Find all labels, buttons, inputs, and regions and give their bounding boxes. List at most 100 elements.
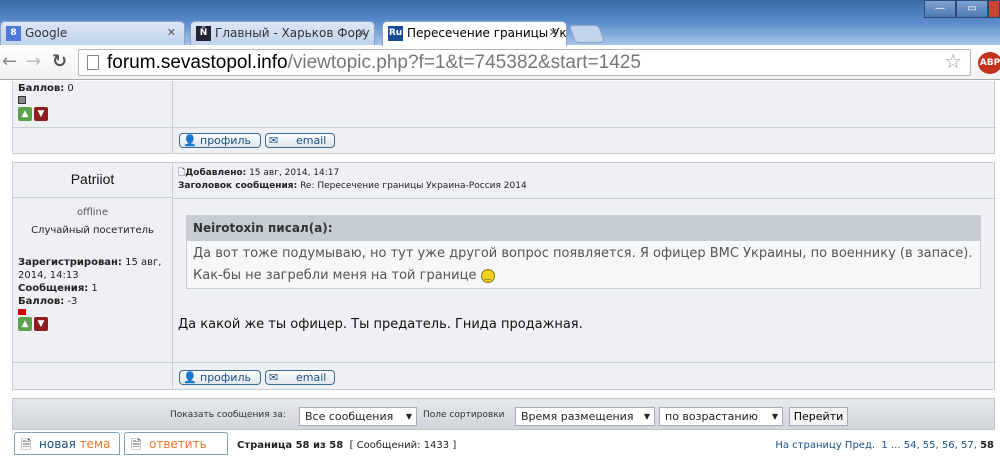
page-link[interactable]: 56 bbox=[942, 440, 955, 451]
maximize-button[interactable]: ▭ bbox=[956, 0, 988, 18]
added-label: Добавлено: bbox=[185, 168, 247, 178]
new-topic-label-a: новая bbox=[39, 437, 80, 451]
forward-icon[interactable]: → bbox=[26, 51, 41, 72]
back-icon[interactable]: ← bbox=[2, 51, 17, 72]
page-number: Страница 58 из 58 bbox=[237, 440, 344, 451]
subject-text: Re: Пересечение границы Украина-Россия 2… bbox=[300, 181, 527, 191]
page-link[interactable]: 54 bbox=[904, 440, 917, 451]
thumbs-down-icon[interactable]: ▼ bbox=[34, 317, 48, 331]
post-header: 🗋Добавлено: 15 авг, 2014, 14:17 Заголово… bbox=[178, 167, 527, 193]
envelope-icon: ✉ bbox=[269, 371, 279, 384]
profile-button[interactable]: 👤 профиль bbox=[179, 370, 261, 385]
tab-label: Google bbox=[25, 26, 68, 40]
url-host: forum.sevastopol.info bbox=[107, 52, 288, 73]
new-tab-button[interactable] bbox=[568, 25, 606, 43]
sort-field-label: Поле сортировки bbox=[423, 410, 505, 420]
tab-label: Главный - Харьков Фору bbox=[215, 26, 370, 40]
document-icon: 🗎 bbox=[131, 438, 142, 453]
profile-button[interactable]: 👤 профиль bbox=[179, 133, 261, 148]
email-button[interactable]: ✉ email bbox=[265, 370, 335, 385]
close-tab-icon[interactable]: ✕ bbox=[357, 22, 366, 44]
tab-kharkov[interactable]: Ñ Главный - Харьков Фору ✕ bbox=[190, 21, 375, 45]
close-tab-icon[interactable]: ✕ bbox=[549, 22, 558, 44]
tab-label: Пересечение границы Ук bbox=[407, 26, 567, 40]
show-messages-select[interactable]: Все сообщения ▼ bbox=[299, 407, 417, 426]
thumbs-up-icon[interactable]: ▲ bbox=[18, 107, 32, 121]
dropdown-arrow-icon: ▼ bbox=[643, 412, 650, 421]
email-button[interactable]: ✉ email bbox=[265, 133, 335, 148]
reload-icon[interactable]: ↻ bbox=[52, 51, 67, 72]
tab-google[interactable]: 8 Google ✕ bbox=[0, 21, 185, 45]
close-window-button[interactable] bbox=[988, 0, 1000, 18]
page-link[interactable]: 55 bbox=[923, 440, 936, 451]
registered-label: Зарегистрирован: bbox=[18, 257, 122, 268]
document-icon: 🗎 bbox=[21, 438, 32, 453]
reply-button[interactable]: 🗎 ответить bbox=[124, 432, 228, 455]
forum-favicon-icon: Ñ bbox=[196, 26, 211, 41]
points-value: 0 bbox=[67, 83, 74, 94]
minimize-button[interactable]: — bbox=[924, 0, 956, 18]
page-link[interactable]: 57 bbox=[961, 440, 974, 451]
address-bar[interactable]: forum.sevastopol.info/viewtopic.php?f=1&… bbox=[78, 49, 971, 76]
online-status: offline bbox=[76, 207, 109, 218]
laughing-smiley-icon: ‿ bbox=[480, 268, 495, 283]
display-options-bar: Показать сообщения за: Все сообщения ▼ По… bbox=[12, 398, 995, 430]
sort-field-select[interactable]: Время размещения ▼ bbox=[515, 407, 655, 426]
ellipsis: ... bbox=[890, 440, 901, 451]
ru-favicon-icon: Ru bbox=[388, 26, 403, 41]
user-rank: Случайный посетитель bbox=[31, 225, 154, 236]
previous-post: Баллов: 0 ▲ ▼ 👤 профиль ✉ email bbox=[12, 81, 996, 154]
points-label: Баллов: bbox=[18, 296, 65, 307]
new-topic-button[interactable]: 🗎 новая тема bbox=[14, 432, 120, 455]
subject-label: Заголовок сообщения: bbox=[178, 181, 298, 191]
reply-label: ответить bbox=[149, 437, 207, 451]
select-value: Время размещения bbox=[521, 410, 634, 423]
thumbs-down-icon[interactable]: ▼ bbox=[34, 107, 48, 121]
google-favicon-icon: 8 bbox=[6, 26, 21, 41]
messages-label: Сообщения: bbox=[18, 283, 89, 294]
points-label: Баллов: bbox=[18, 83, 65, 94]
adblock-icon[interactable]: ABP bbox=[978, 52, 1000, 74]
user-icon: 👤 bbox=[183, 134, 197, 147]
messages-count: 1 bbox=[91, 283, 98, 294]
select-value: Все сообщения bbox=[305, 410, 394, 423]
bookmark-star-icon[interactable]: ☆ bbox=[944, 50, 962, 75]
new-topic-label-b: тема bbox=[79, 437, 111, 451]
message-count: [ Сообщений: 1433 ] bbox=[349, 440, 457, 451]
pagination: На страницу Пред. 1 ... 54, 55, 56, 57, … bbox=[775, 440, 994, 451]
rating-bar bbox=[18, 96, 26, 104]
added-date: 15 авг, 2014, 14:17 bbox=[249, 168, 340, 178]
email-label: email bbox=[296, 371, 327, 384]
dropdown-arrow-icon: ▼ bbox=[405, 412, 412, 421]
author-column: Patriiot offline Случайный посетитель За… bbox=[13, 163, 173, 390]
sort-order-select[interactable]: по возрастанию ▼ bbox=[659, 407, 783, 426]
email-label: email bbox=[296, 134, 327, 147]
envelope-icon: ✉ bbox=[269, 134, 279, 147]
select-value: по возрастанию bbox=[665, 410, 759, 423]
tab-sevastopol[interactable]: Ru Пересечение границы Ук ✕ bbox=[382, 21, 567, 46]
url-path: /viewtopic.php?f=1&t=745382&start=1425 bbox=[287, 52, 641, 73]
browser-toolbar: ← → ↻ forum.sevastopol.info/viewtopic.ph… bbox=[0, 45, 1000, 80]
dropdown-arrow-icon: ▼ bbox=[771, 412, 778, 421]
pager-label: На страницу bbox=[775, 440, 842, 451]
prev-page-link[interactable]: Пред. bbox=[845, 440, 875, 451]
profile-label: профиль bbox=[200, 371, 251, 384]
page-link[interactable]: 1 bbox=[881, 440, 887, 451]
prev-author-column: Баллов: 0 ▲ ▼ bbox=[13, 81, 173, 153]
points-value: -3 bbox=[67, 296, 78, 307]
page-icon bbox=[87, 55, 99, 70]
quote-author: Neirotoxin писал(а): bbox=[187, 216, 980, 241]
thumbs-up-icon[interactable]: ▲ bbox=[18, 317, 32, 331]
page-info: Страница 58 из 58 [ Сообщений: 1433 ] bbox=[237, 440, 456, 451]
profile-label: профиль bbox=[200, 134, 251, 147]
post-body: Да какой же ты офицер. Ты предатель. Гни… bbox=[178, 317, 583, 332]
go-button[interactable]: Перейти bbox=[789, 407, 848, 426]
quote-block: Neirotoxin писал(а): Да вот тоже подумыв… bbox=[186, 215, 981, 289]
quote-text: Да вот тоже подумываю, но тут уже другой… bbox=[193, 246, 973, 283]
rating-bar bbox=[18, 309, 26, 315]
close-tab-icon[interactable]: ✕ bbox=[167, 22, 176, 44]
user-icon: 👤 bbox=[183, 371, 197, 384]
current-page: 58 bbox=[980, 440, 994, 451]
author-name[interactable]: Patriiot bbox=[13, 163, 172, 198]
show-messages-label: Показать сообщения за: bbox=[170, 410, 286, 420]
